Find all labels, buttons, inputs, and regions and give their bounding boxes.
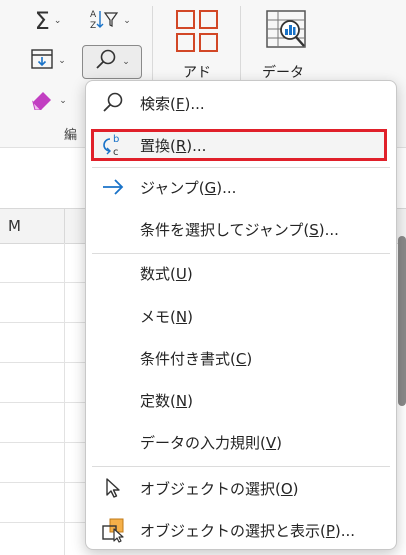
menu-item-label: 検索(F)... xyxy=(140,94,205,113)
data-analysis-button[interactable] xyxy=(262,8,312,68)
gridline xyxy=(0,442,90,443)
menu-item-select-objects[interactable]: オブジェクトの選択(O) xyxy=(86,468,396,508)
magnifier-icon xyxy=(94,48,118,76)
svg-text:Z: Z xyxy=(90,21,96,31)
sort-filter-button[interactable]: A Z ⌄ xyxy=(84,6,136,36)
data-analysis-label: データ xyxy=(262,65,304,81)
pointer-icon xyxy=(100,475,126,501)
gridline xyxy=(0,282,90,283)
menu-item-constants[interactable]: 定数(N) xyxy=(86,380,396,420)
chevron-down-icon: ⌄ xyxy=(123,16,131,26)
clear-button[interactable]: ⌄ xyxy=(22,86,74,116)
menu-item-label: 条件付き書式(C) xyxy=(140,349,253,368)
svg-text:A: A xyxy=(90,10,97,20)
replace-icon: b c xyxy=(100,132,126,158)
column-header-m[interactable]: M xyxy=(8,217,21,235)
gridline xyxy=(0,482,90,483)
addins-label: アド xyxy=(183,65,211,81)
search-icon xyxy=(100,90,126,116)
arrow-right-icon xyxy=(100,174,126,200)
vertical-scrollbar[interactable] xyxy=(398,236,406,406)
menu-item-replace[interactable]: b c 置換(R)... xyxy=(91,129,387,161)
gridline xyxy=(64,243,65,555)
data-analysis-icon xyxy=(264,10,310,58)
menu-item-goto[interactable]: ジャンプ(G)... xyxy=(86,167,396,207)
svg-text:c: c xyxy=(113,147,119,158)
chevron-down-icon: ⌄ xyxy=(58,56,66,66)
menu-item-label: 条件を選択してジャンプ(S)... xyxy=(140,220,339,239)
chevron-down-icon: ⌄ xyxy=(122,57,130,67)
menu-item-data-validation[interactable]: データの入力規則(V) xyxy=(86,422,396,462)
menu-item-label: 数式(U) xyxy=(140,264,193,283)
menu-item-label: 置換(R)... xyxy=(140,136,207,155)
menu-item-goto-special[interactable]: 条件を選択してジャンプ(S)... xyxy=(86,209,396,249)
gridline xyxy=(0,402,90,403)
gridline xyxy=(0,322,90,323)
gridline xyxy=(0,522,90,523)
autosum-button[interactable]: Σ ⌄ xyxy=(22,6,74,36)
svg-text:b: b xyxy=(113,134,119,145)
eraser-icon xyxy=(29,88,55,114)
menu-item-label: オブジェクトの選択(O) xyxy=(140,479,299,498)
sort-filter-icon: A Z xyxy=(89,7,119,35)
chevron-down-icon: ⌄ xyxy=(59,96,67,106)
addins-grid-icon xyxy=(174,10,220,58)
column-divider xyxy=(64,209,65,243)
menu-separator xyxy=(92,466,390,467)
menu-item-notes[interactable]: メモ(N) xyxy=(86,296,396,336)
menu-item-selection-pane[interactable]: オブジェクトの選択と表示(P)... xyxy=(86,510,396,550)
chevron-down-icon: ⌄ xyxy=(53,16,62,26)
menu-item-find[interactable]: 検索(F)... xyxy=(86,83,396,123)
menu-item-formulas[interactable]: 数式(U) xyxy=(86,253,396,293)
menu-item-label: オブジェクトの選択と表示(P)... xyxy=(140,521,356,540)
sigma-icon: Σ xyxy=(34,7,50,35)
selection-pane-icon xyxy=(100,517,126,543)
menu-item-conditional-formatting[interactable]: 条件付き書式(C) xyxy=(86,338,396,378)
menu-item-label: ジャンプ(G)... xyxy=(140,178,237,197)
menu-item-label: メモ(N) xyxy=(140,307,193,326)
menu-item-label: データの入力規則(V) xyxy=(140,433,282,452)
find-select-menu: 検索(F)... b c 置換(R)... ジャンプ(G)... 条件を選択して… xyxy=(85,80,397,550)
gridline xyxy=(0,362,90,363)
find-select-button[interactable]: ⌄ xyxy=(82,45,142,79)
fill-button[interactable]: ⌄ xyxy=(22,46,74,76)
menu-item-label: 定数(N) xyxy=(140,391,193,410)
editing-group-label: 編 xyxy=(64,128,78,143)
fill-down-icon xyxy=(30,48,54,74)
addins-button[interactable] xyxy=(172,8,222,68)
